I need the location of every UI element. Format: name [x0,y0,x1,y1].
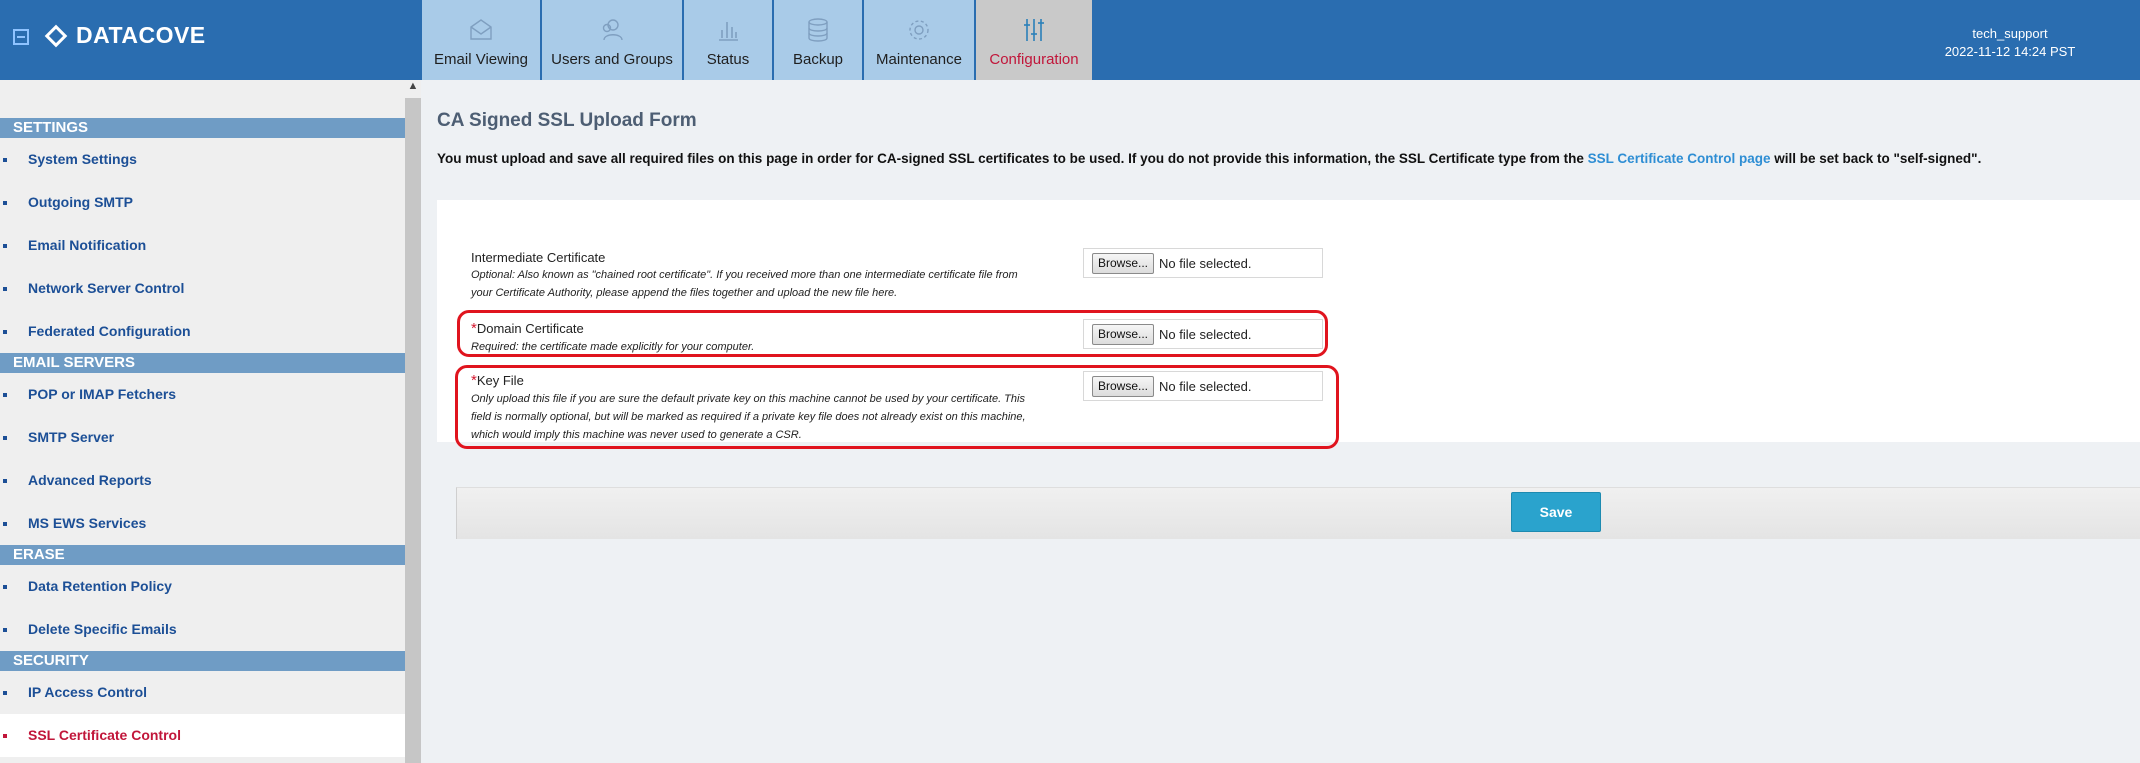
sidebar-item-system-settings[interactable]: System Settings [0,138,405,181]
bullet-icon [3,522,7,526]
sidebar-item-label: SSL Certificate Control [28,727,181,743]
username[interactable]: tech_support [1900,25,2120,43]
help-line: your Certificate Authority, please appen… [471,287,898,299]
help-line: Optional: Also known as "chained root ce… [471,269,1018,281]
page-title: CA Signed SSL Upload Form [437,110,697,131]
logo[interactable]: DATACOVE [44,22,206,49]
upload-form: Intermediate Certificate Optional: Also … [437,200,2140,449]
sidebar-item-ssl-certificate-control[interactable]: SSL Certificate Control [0,714,405,757]
sidebar: ▲ SETTINGS System Settings Outgoing SMTP… [0,80,421,763]
scroll-up-icon[interactable]: ▲ [405,80,421,98]
bar-chart-icon [719,22,738,41]
sidebar-item-ms-ews-services[interactable]: MS EWS Services [0,502,405,545]
tab-backup[interactable]: Backup [774,0,864,80]
bullet-icon [3,691,7,695]
intro-text-after: will be set back to "self-signed". [1770,151,1982,166]
sidebar-item-label: Network Server Control [28,280,185,296]
sidebar-item-label: Data Retention Policy [28,578,172,594]
sidebar-item-label: Federated Configuration [28,323,191,339]
sidebar-item-pop-imap-fetchers[interactable]: POP or IMAP Fetchers [0,373,405,416]
key-file-highlight [455,365,1339,449]
bullet-icon [3,158,7,162]
bullet-icon [3,628,7,632]
sidebar-item-federated-configuration[interactable]: Federated Configuration [0,310,405,353]
envelope-icon [470,19,492,40]
sidebar-item-advanced-reports[interactable]: Advanced Reports [0,459,405,502]
tab-users-and-groups[interactable]: Users and Groups [542,0,684,80]
sidebar-item-label: System Settings [28,151,137,167]
datetime: 2022-11-12 14:24 PST [1944,44,2076,59]
sidebar-item-smtp-server[interactable]: SMTP Server [0,416,405,459]
sidebar-item-outgoing-smtp[interactable]: Outgoing SMTP [0,181,405,224]
main-nav-tabs: Email Viewing Users and Groups Status Ba… [422,0,1094,80]
file-status: No file selected. [1159,255,1252,271]
sidebar-item-label: Advanced Reports [28,472,152,488]
bullet-icon [3,585,7,589]
tab-status[interactable]: Status [684,0,774,80]
bullet-icon [3,479,7,483]
bullet-icon [3,287,7,291]
intermediate-certificate-label: Intermediate Certificate [471,250,606,265]
gear-icon [909,20,929,40]
domain-certificate-highlight [457,310,1328,357]
intro-text: You must upload and save all required fi… [437,151,1981,166]
bullet-icon [3,436,7,440]
tab-label: Status [706,51,750,68]
tab-label: Users and Groups [551,51,673,68]
tab-label: Maintenance [876,51,962,68]
bullet-icon [3,330,7,334]
users-icon [602,19,623,41]
bullet-icon [3,201,7,205]
main-content: CA Signed SSL Upload Form You must uploa… [421,80,2140,763]
logo-text: DATACOVE [76,22,206,48]
sidebar-item-email-notification[interactable]: Email Notification [0,224,405,267]
sliders-icon [1024,19,1044,41]
sidebar-item-label: POP or IMAP Fetchers [28,386,177,402]
browse-button[interactable]: Browse... [1092,252,1155,274]
sidebar-list: SETTINGS System Settings Outgoing SMTP E… [0,118,405,757]
bullet-icon [3,734,7,738]
sidebar-item-data-retention-policy[interactable]: Data Retention Policy [0,565,405,608]
sidebar-item-network-server-control[interactable]: Network Server Control [0,267,405,310]
menu-toggle-icon[interactable] [13,29,29,45]
tab-label: Email Viewing [434,51,528,68]
sidebar-item-ip-access-control[interactable]: IP Access Control [0,671,405,714]
intermediate-certificate-help: Optional: Also known as "chained root ce… [471,266,1018,302]
database-icon [808,18,828,42]
sidebar-section-settings: SETTINGS [0,118,405,138]
intermediate-certificate-file-input: Browse... No file selected. [1083,248,1323,278]
tab-maintenance[interactable]: Maintenance [864,0,976,80]
sidebar-item-label: Email Notification [28,237,147,253]
save-bar: Save [456,487,2140,539]
tab-label: Configuration [989,51,1079,68]
save-button[interactable]: Save [1511,492,1601,532]
bullet-icon [3,393,7,397]
sidebar-item-label: Outgoing SMTP [28,194,133,210]
sidebar-item-label: MS EWS Services [28,515,147,531]
user-info: tech_support 2022-11-12 14:24 PST [1900,25,2120,61]
tab-label: Backup [792,51,844,68]
sidebar-section-email-servers: EMAIL SERVERS [0,353,405,373]
ssl-certificate-control-link[interactable]: SSL Certificate Control page [1588,151,1771,166]
sidebar-item-label: Delete Specific Emails [28,621,177,637]
diamond-icon [44,24,68,47]
top-bar: DATACOVE Email Viewing Users and Groups … [0,0,2140,80]
tab-configuration[interactable]: Configuration [976,0,1094,80]
sidebar-section-erase: ERASE [0,545,405,565]
sidebar-scrollbar[interactable] [405,98,421,763]
sidebar-item-label: SMTP Server [28,429,115,445]
intro-text-before: You must upload and save all required fi… [437,151,1588,166]
sidebar-item-delete-specific-emails[interactable]: Delete Specific Emails [0,608,405,651]
sidebar-item-label: IP Access Control [28,684,148,700]
bullet-icon [3,244,7,248]
sidebar-section-security: SECURITY [0,651,405,671]
tab-email-viewing[interactable]: Email Viewing [422,0,542,80]
